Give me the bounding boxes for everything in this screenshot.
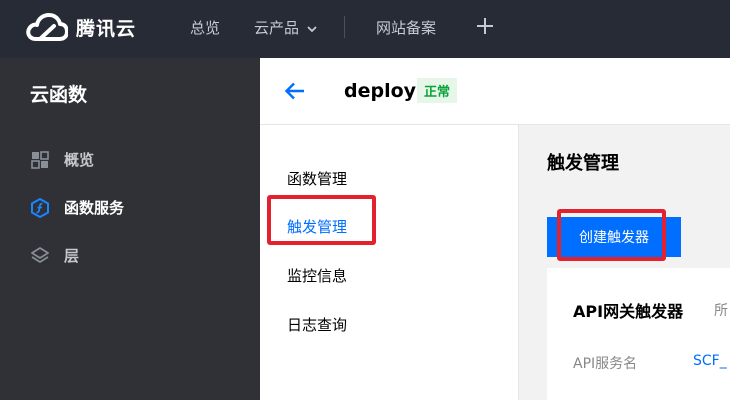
nav-website-filing[interactable]: 网站备案: [376, 17, 436, 38]
brand-name: 腾讯云: [76, 17, 137, 40]
nav-cloud-products-label: 云产品: [254, 19, 300, 37]
top-navigation-bar: 腾讯云 总览 云产品 网站备案: [0, 0, 730, 58]
sidebar: 云函数 概览 函数服务 层: [0, 58, 260, 400]
submenu-item-log-query[interactable]: 日志查询: [287, 314, 347, 335]
trigger-card: API网关触发器 所 API服务名 SCF_: [547, 268, 730, 400]
sidebar-item-overview[interactable]: 概览: [30, 149, 94, 170]
trigger-card-title: API网关触发器: [573, 302, 684, 321]
sidebar-item-label: 概览: [64, 151, 95, 169]
plus-icon[interactable]: [477, 18, 493, 34]
sidebar-item-function-service[interactable]: 函数服务: [30, 197, 124, 218]
tencent-cloud-logo[interactable]: 腾讯云: [26, 12, 136, 42]
layers-icon: [30, 246, 50, 266]
sidebar-item-layer[interactable]: 层: [30, 245, 79, 266]
highlight-box-trigger-menu: [267, 195, 376, 245]
grid-icon: [30, 150, 50, 170]
nav-divider: [344, 16, 345, 38]
highlight-box-create-button: [557, 209, 666, 261]
trigger-card-extra-text: 所: [714, 303, 728, 319]
trigger-main-panel: 触发管理 创建触发器 API网关触发器 所 API服务名 SCF_: [520, 125, 730, 400]
nav-overview[interactable]: 总览: [190, 17, 220, 38]
status-badge: 正常: [417, 78, 458, 103]
nav-cloud-products[interactable]: 云产品: [254, 17, 317, 38]
chevron-down-icon: [307, 19, 317, 37]
sidebar-title: 云函数: [30, 84, 88, 106]
sidebar-item-label: 函数服务: [64, 199, 125, 217]
function-icon: [30, 197, 50, 218]
cloud-logo-icon: [26, 12, 68, 42]
page-title: 触发管理: [547, 153, 619, 174]
function-submenu: 函数管理 触发管理 监控信息 日志查询: [260, 125, 519, 400]
api-service-name-link[interactable]: SCF_: [693, 353, 727, 369]
sidebar-item-label: 层: [64, 247, 80, 265]
back-arrow-icon[interactable]: [284, 80, 306, 102]
submenu-item-monitoring[interactable]: 监控信息: [287, 265, 347, 286]
submenu-item-function-management[interactable]: 函数管理: [287, 168, 347, 189]
function-header: deploy 正常: [260, 58, 730, 125]
function-name: deploy: [344, 80, 417, 102]
api-service-name-label: API服务名: [573, 356, 638, 372]
